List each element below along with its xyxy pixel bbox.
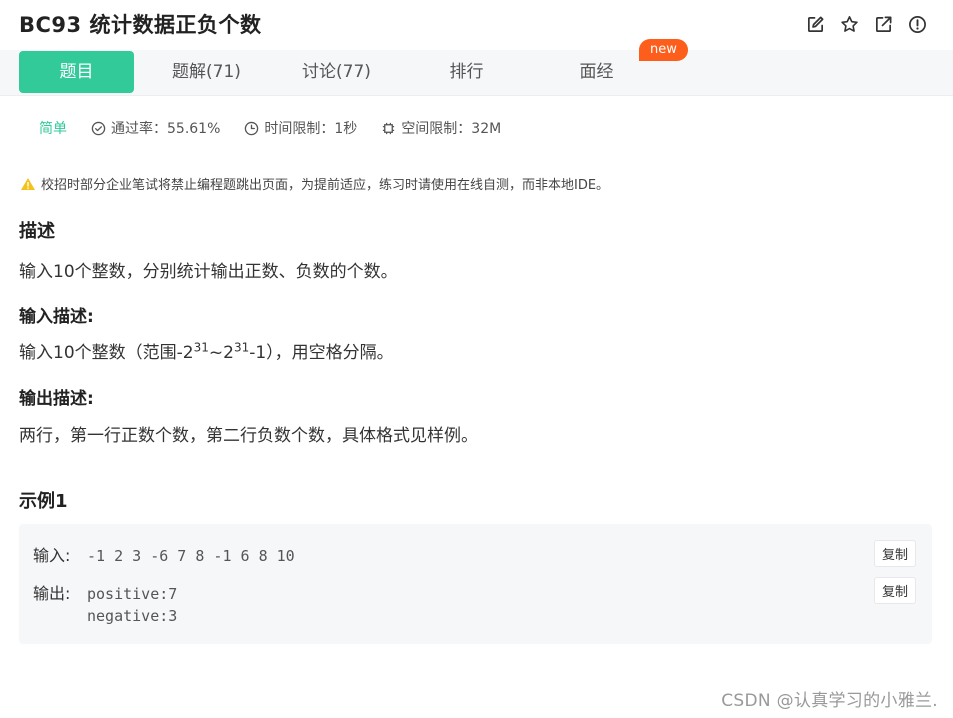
example-input-label: 输入: [33, 546, 71, 565]
example-box: 输入: -1 2 3 -6 7 8 -1 6 8 10 复制 输出: positiv… [19, 524, 932, 644]
example-heading: 示例1 [19, 491, 68, 512]
space-limit: 空间限制：32M [381, 118, 501, 138]
example-output-row: 输出: positive:7 [33, 580, 177, 604]
pass-rate: 通过率：55.61% [91, 118, 220, 138]
input-desc-text: 输入10个整数（范围-231~231-1），用空格分隔。 [19, 340, 394, 363]
check-circle-icon [91, 121, 106, 135]
copy-input-button[interactable]: 复制 [873, 540, 916, 567]
example-output-label: 输出: [33, 584, 71, 603]
warning-icon [21, 177, 35, 190]
header-actions [806, 15, 927, 34]
exam-notice: 校招时部分企业笔试将禁止编程题跳出页面，为提前适应，练习时请使用在线自测，而非本… [20, 174, 609, 193]
external-link-icon[interactable] [874, 15, 893, 34]
watermark: CSDN @认真学习的小雅兰. [721, 691, 938, 711]
copy-output-button[interactable]: 复制 [873, 577, 916, 604]
report-icon[interactable] [908, 15, 927, 34]
example-input-row: 输入: -1 2 3 -6 7 8 -1 6 8 10 [33, 542, 295, 566]
tab-discussion[interactable]: 讨论(77) [279, 51, 394, 93]
space-limit-text: 空间限制：32M [401, 121, 502, 137]
star-icon[interactable] [840, 15, 859, 34]
new-badge: new [639, 39, 688, 61]
difficulty-label: 简单 [39, 121, 67, 137]
problem-title: BC93 统计数据正负个数 [19, 13, 262, 37]
tab-problem[interactable]: 题目 [19, 51, 134, 93]
chip-icon [383, 122, 395, 134]
notice-text: 校招时部分企业笔试将禁止编程题跳出页面，为提前适应，练习时请使用在线自测，而非本… [41, 178, 610, 193]
input-desc-heading: 输入描述: [19, 307, 94, 327]
tab-solutions[interactable]: 题解(71) [149, 51, 264, 93]
problem-meta: 简单 通过率：55.61% 时间限制：1秒 空间限制：32M [39, 118, 525, 138]
problem-header: BC93 统计数据正负个数 [19, 10, 933, 40]
example-output-line2: negative:3 [87, 607, 178, 625]
description-heading: 描述 [19, 221, 55, 242]
output-desc-text: 两行，第一行正数个数，第二行负数个数，具体格式见样例。 [19, 426, 478, 446]
time-limit: 时间限制：1秒 [244, 118, 357, 138]
description-text: 输入10个整数，分别统计输出正数、负数的个数。 [19, 262, 398, 282]
example-output-line1: positive:7 [87, 585, 178, 603]
tab-bar: 题目 题解(71) 讨论(77) 排行 面经 [0, 50, 953, 96]
tab-interview[interactable]: 面经 [539, 51, 654, 93]
tab-ranking[interactable]: 排行 [409, 51, 524, 93]
example-output-row-2: negative:3 [33, 606, 177, 625]
pass-rate-text: 通过率：55.61% [111, 121, 221, 137]
time-limit-text: 时间限制：1秒 [264, 121, 358, 137]
example-input-value: -1 2 3 -6 7 8 -1 6 8 10 [87, 547, 295, 565]
clock-icon [245, 121, 259, 135]
output-desc-heading: 输出描述: [19, 389, 94, 409]
edit-icon[interactable] [806, 15, 825, 34]
